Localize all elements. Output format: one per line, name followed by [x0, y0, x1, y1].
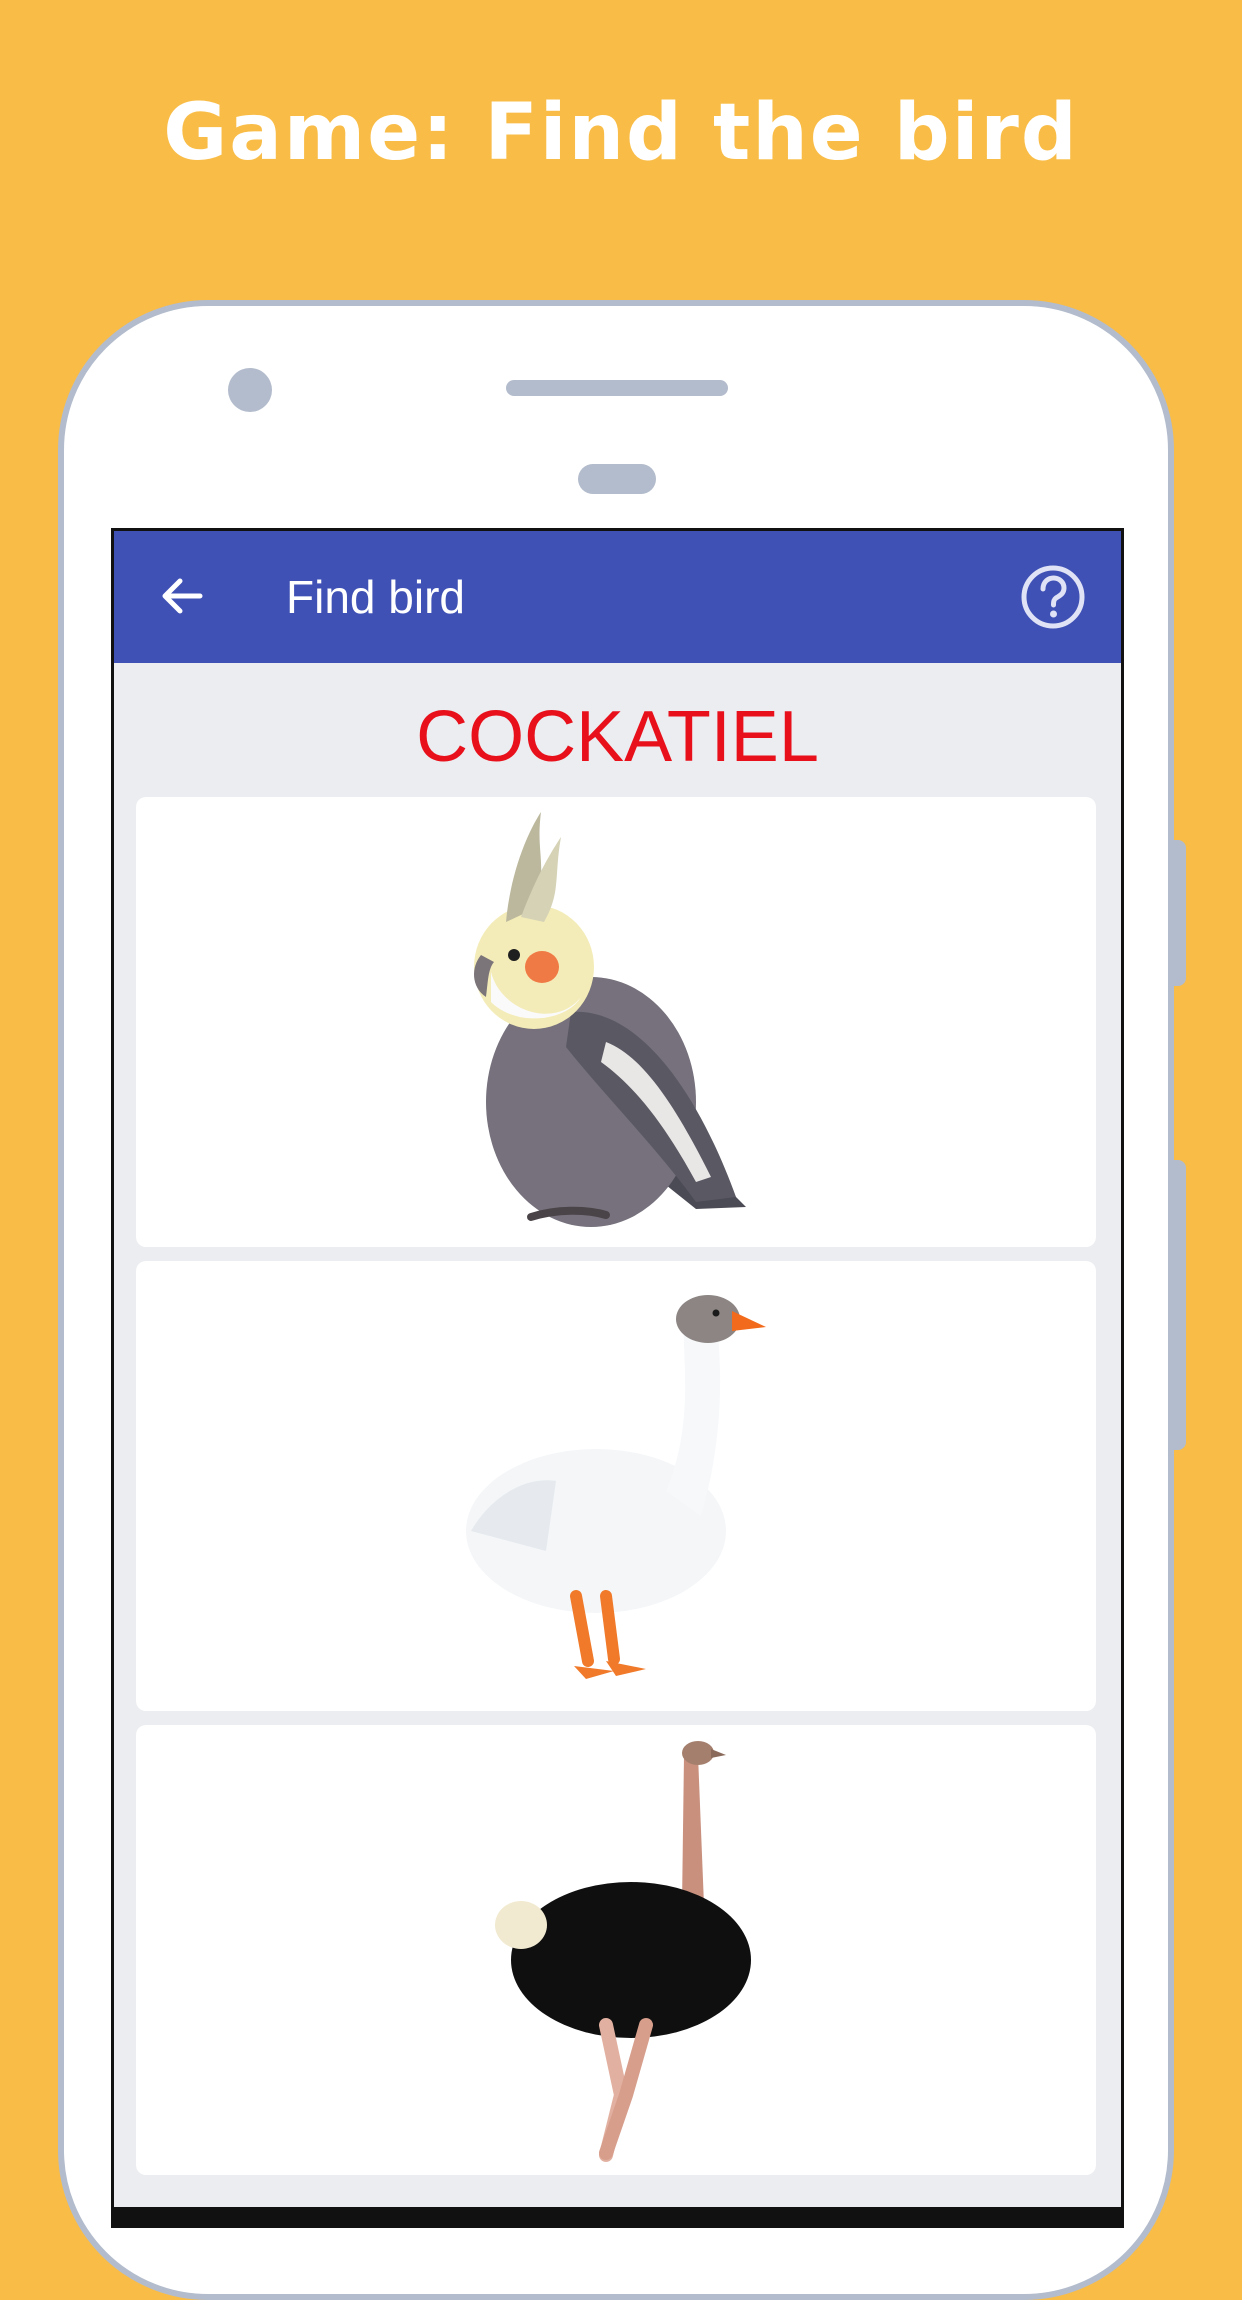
page-title: Find bird: [286, 571, 465, 623]
phone-side-button: [1172, 840, 1186, 986]
app-bar: Find bird: [114, 531, 1121, 663]
help-circle-icon[interactable]: [1019, 563, 1087, 631]
bird-choice-card[interactable]: [136, 797, 1096, 1247]
cockatiel-image: [474, 812, 746, 1227]
bird-choice-card[interactable]: [136, 1261, 1096, 1711]
screen-bottom-bar: [114, 2207, 1121, 2225]
phone-sensor: [578, 464, 656, 494]
target-bird-name: COCKATIEL: [416, 697, 819, 777]
app-screen: Find bird COCKATIEL: [111, 528, 1124, 2228]
phone-side-button: [1172, 1160, 1186, 1450]
bird-choice-card[interactable]: [136, 1725, 1096, 2175]
promo-title: Game: Find the bird: [163, 88, 1079, 178]
phone-camera: [228, 368, 272, 412]
ostrich-image: [495, 1741, 751, 2162]
phone-speaker: [506, 380, 728, 396]
goose-image: [466, 1295, 766, 1679]
arrow-left-icon[interactable]: [156, 569, 210, 623]
